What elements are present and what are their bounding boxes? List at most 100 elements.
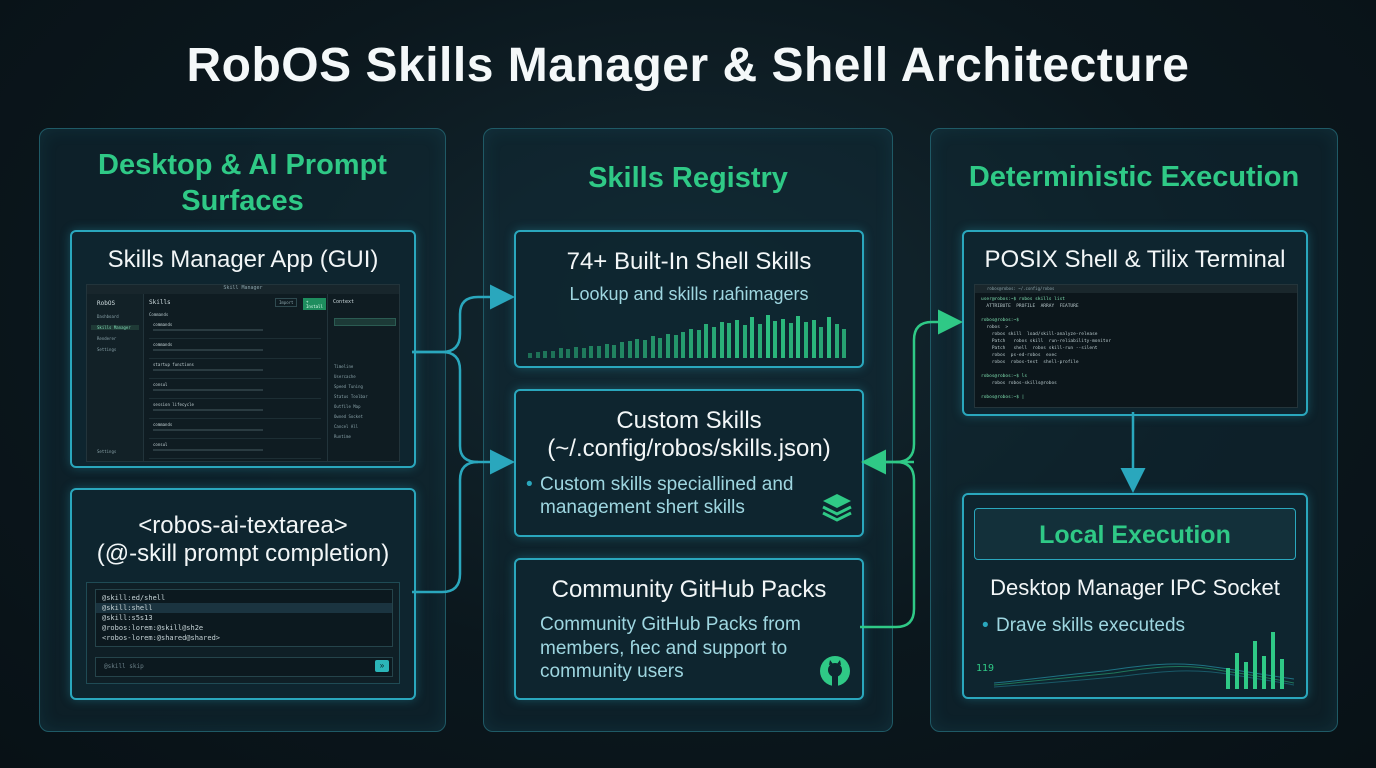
card-desc-line1: Custom skills speciallined and: [540, 474, 794, 495]
skill-list-item[interactable]: startup functions: [149, 360, 321, 379]
skills-manager-app-card[interactable]: Skills Manager App (GUI) Skill Manager R…: [70, 230, 416, 468]
skill-bar: [628, 341, 632, 358]
skill-list-item[interactable]: session lifecycle: [149, 400, 321, 419]
completion-item[interactable]: @skill:ed/shell: [96, 593, 392, 603]
spark-label: 119: [976, 663, 995, 674]
skill-bar: [620, 342, 624, 358]
column-title: Deterministic Execution: [968, 161, 1300, 193]
skill-list-item-desc: [153, 329, 263, 331]
execution-bar: [1271, 632, 1275, 689]
terminal-line: robos@robos:~$: [981, 318, 1019, 323]
skill-bar: [697, 330, 701, 358]
right-panel-row: Outfile Map: [334, 404, 361, 409]
skill-list-item-desc: [153, 349, 263, 351]
skill-bar: [681, 332, 685, 358]
right-panel-row: Cancel All: [334, 424, 359, 429]
skill-bar: [658, 338, 662, 358]
column-title-line1: Desktop & AI Prompt: [98, 149, 387, 181]
app-right-panel: Context Timeline Usercache Speed Tuning Sta…: [327, 294, 400, 461]
completion-item[interactable]: @robos:lorem:@skill@sh2e: [96, 623, 392, 633]
terminal-window-title: robos@robos: ~/.config/robos: [987, 286, 1055, 291]
skill-list-item[interactable]: commands: [149, 420, 321, 439]
skill-bar: [789, 323, 793, 358]
skill-list-item[interactable]: consul: [149, 440, 321, 459]
robos-ai-textarea-card[interactable]: <robos-ai-textarea> (@-skill prompt comp…: [70, 488, 416, 700]
skill-bar: [712, 327, 716, 358]
bullet-marker: •: [982, 615, 989, 636]
sidebar-item-renderer[interactable]: Renderer: [97, 336, 116, 341]
sidebar-item-skills-manager[interactable]: Skills Manager: [91, 325, 139, 330]
skill-list-item[interactable]: commands: [149, 320, 321, 339]
completion-item[interactable]: @skill:s5s13: [96, 613, 392, 623]
textarea-preview: @skill:ed/shell @skill:shell @skill:s5s13 @…: [86, 582, 400, 684]
card-title: 74+ Built-In Shell Skills: [566, 248, 812, 275]
bullet-text: Drave skills executeds: [996, 615, 1186, 636]
app-header: Skills: [149, 299, 171, 306]
skill-list-item-label: commands: [153, 322, 173, 327]
skill-bar: [804, 322, 808, 358]
skill-list-item-label: session lifecycle: [153, 402, 194, 407]
card-title: Desktop Manager IPC Socket: [990, 575, 1280, 600]
card-title-line1: Custom Skills: [616, 407, 762, 434]
section-label: Commands: [149, 312, 169, 317]
terminal-line: robos robos-test shell-profile: [981, 360, 1079, 365]
skill-list-item-label: commands: [153, 422, 173, 427]
card-title: Community GitHub Packs: [551, 576, 827, 603]
add-skill-button[interactable]: + Install: [303, 298, 326, 310]
stack-layers-icon: [822, 494, 852, 522]
diagram-title: RobOS Skills Manager & Shell Architectur…: [186, 39, 1190, 92]
execution-bar: [1262, 656, 1266, 689]
execution-bar: [1226, 668, 1230, 689]
app-main: Skills Import + Install Commands command…: [145, 294, 326, 461]
execution-bar: [1280, 659, 1284, 689]
app-titlebar: Skill Manager: [87, 285, 399, 294]
skill-list-item[interactable]: commands: [149, 340, 321, 359]
skill-bar: [566, 349, 570, 358]
local-execution-card[interactable]: Local Execution Desktop Manager IPC Sock…: [962, 493, 1308, 699]
skill-bar: [781, 319, 785, 358]
sidebar-item-settings[interactable]: Settings: [97, 347, 116, 352]
skill-bar: [743, 325, 747, 358]
skill-bar: [589, 346, 593, 358]
posix-terminal-card[interactable]: POSIX Shell & Tilix Terminal robos@robos…: [962, 230, 1308, 416]
skill-bar: [551, 351, 555, 358]
sidebar-footer[interactable]: Settings: [97, 449, 116, 454]
skill-bar: [750, 317, 754, 358]
completion-item[interactable]: @skill:shell: [96, 603, 392, 613]
skill-bar: [689, 329, 693, 358]
sidebar-item-dashboard[interactable]: Dashboard: [97, 314, 119, 319]
execution-bar: [1253, 641, 1257, 689]
skill-bar: [842, 329, 846, 358]
completion-item[interactable]: <robos-lorem:@shared@shared>: [96, 633, 392, 643]
skill-bar: [720, 322, 724, 358]
right-panel-button[interactable]: [334, 318, 396, 326]
skill-list-item-desc: [153, 449, 263, 451]
builtin-skills-card[interactable]: 74+ Built-In Shell Skills Lookup and ski…: [514, 230, 864, 368]
terminal-line: ATTRIBUTE PROFILE ARRAY FEATURE: [981, 304, 1079, 309]
card-desc-line2: management shert skills: [540, 497, 745, 518]
skill-bar: [796, 316, 800, 358]
app-brand: RobOS: [97, 300, 116, 307]
skill-list-item-label: consul: [153, 442, 168, 447]
skill-bar: [543, 351, 547, 358]
skill-bar: [582, 348, 586, 358]
card-title-line2: (~/.config/robos/skills.json): [547, 435, 831, 462]
terminal-titlebar: robos@robos: ~/.config/robos: [975, 285, 1297, 293]
community-packs-card[interactable]: Community GitHub Packs Community GitHub …: [514, 558, 864, 700]
send-icon: »: [379, 661, 385, 670]
right-panel-row: Status Toolbar: [334, 394, 368, 399]
skill-list-item[interactable]: consul: [149, 380, 321, 399]
prompt-input[interactable]: @skill skip »: [95, 657, 393, 677]
skill-bar: [812, 320, 816, 358]
terminal-line: robos@robos:~$ ls: [981, 374, 1028, 379]
install-button[interactable]: Import: [275, 298, 298, 307]
skill-bar: [835, 324, 839, 358]
send-button[interactable]: »: [375, 660, 389, 672]
terminal-line: robos@robos:~$ |: [981, 395, 1025, 400]
skill-bar: [666, 334, 670, 358]
right-panel-row: Owned Socket: [334, 414, 363, 419]
right-panel-row: Timeline: [334, 364, 354, 369]
skill-bar: [735, 320, 739, 358]
custom-skills-card[interactable]: Custom Skills (~/.config/robos/skills.js…: [514, 389, 864, 537]
skill-bar: [605, 344, 609, 358]
